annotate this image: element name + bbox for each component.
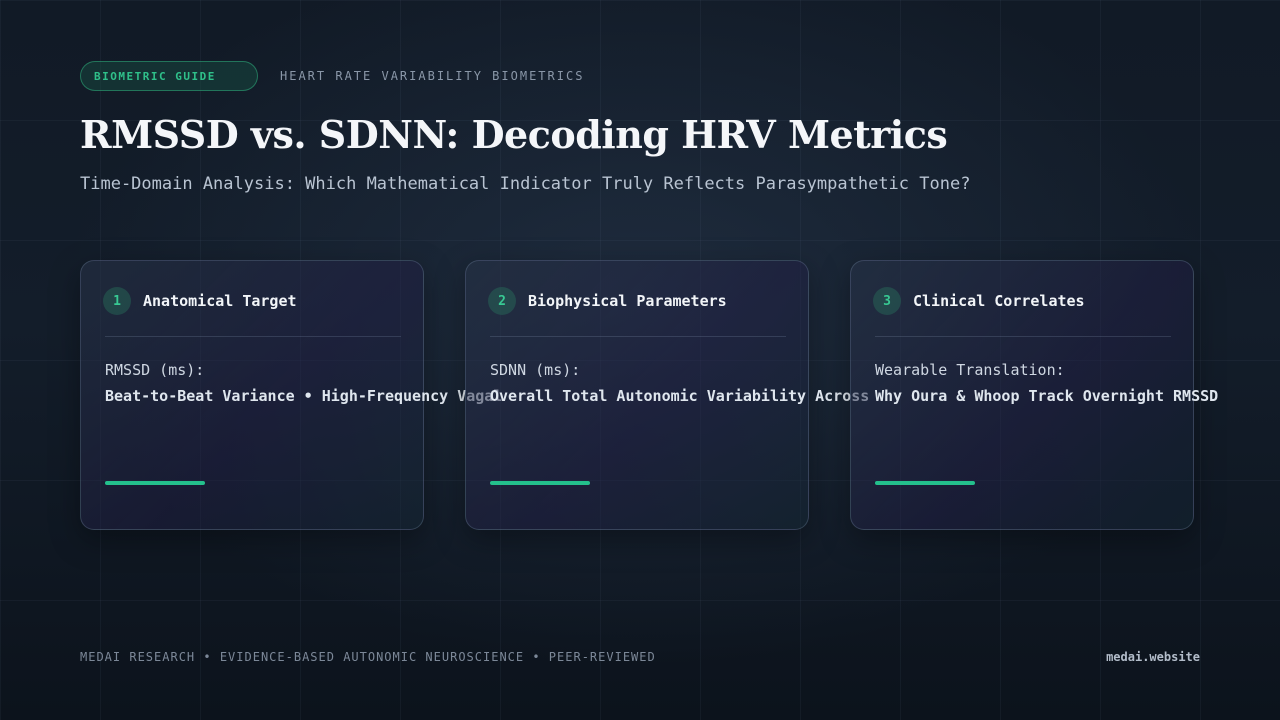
card-header: 3 Clinical Correlates: [873, 287, 1085, 315]
card-divider: [105, 336, 401, 337]
metric-description: Beat-to-Beat Variance • High-Frequency V…: [105, 387, 503, 405]
card-anatomical-target: 1 Anatomical Target RMSSD (ms): Beat-to-…: [80, 260, 502, 530]
footer-credits: MEDAI RESEARCH • EVIDENCE-BASED AUTONOMI…: [80, 650, 656, 664]
topic-label: HEART RATE VARIABILITY BIOMETRICS: [280, 69, 585, 83]
accent-bar: [875, 481, 975, 485]
category-badge: BIOMETRIC GUIDE: [80, 61, 258, 91]
metric-description: Overall Total Autonomic Variability Acro…: [490, 387, 870, 405]
card-clinical-correlates: 3 Clinical Correlates Wearable Translati…: [850, 260, 1218, 530]
page-subtitle: Time-Domain Analysis: Which Mathematical…: [80, 174, 971, 194]
metric-label: Wearable Translation:: [875, 361, 1065, 379]
card-title: Clinical Correlates: [913, 292, 1085, 310]
card-biophysical-parameters: 2 Biophysical Parameters SDNN (ms): Over…: [465, 260, 869, 530]
metric-description: Why Oura & Whoop Track Overnight RMSSD: [875, 387, 1219, 405]
footer-website-link[interactable]: medai.website: [1106, 650, 1200, 664]
card-title: Anatomical Target: [143, 292, 297, 310]
card-header: 2 Biophysical Parameters: [488, 287, 727, 315]
metric-label: RMSSD (ms):: [105, 361, 205, 379]
card-divider: [490, 336, 786, 337]
page-title: RMSSD vs. SDNN: Decoding HRV Metrics: [80, 112, 948, 157]
header-row: BIOMETRIC GUIDE HEART RATE VARIABILITY B…: [80, 60, 584, 92]
accent-bar: [490, 481, 590, 485]
card-number-badge: 3: [873, 287, 901, 315]
card-divider: [875, 336, 1171, 337]
card-number-badge: 2: [488, 287, 516, 315]
metric-label: SDNN (ms):: [490, 361, 581, 379]
card-header: 1 Anatomical Target: [103, 287, 297, 315]
accent-bar: [105, 481, 205, 485]
card-number-badge: 1: [103, 287, 131, 315]
card-title: Biophysical Parameters: [528, 292, 727, 310]
